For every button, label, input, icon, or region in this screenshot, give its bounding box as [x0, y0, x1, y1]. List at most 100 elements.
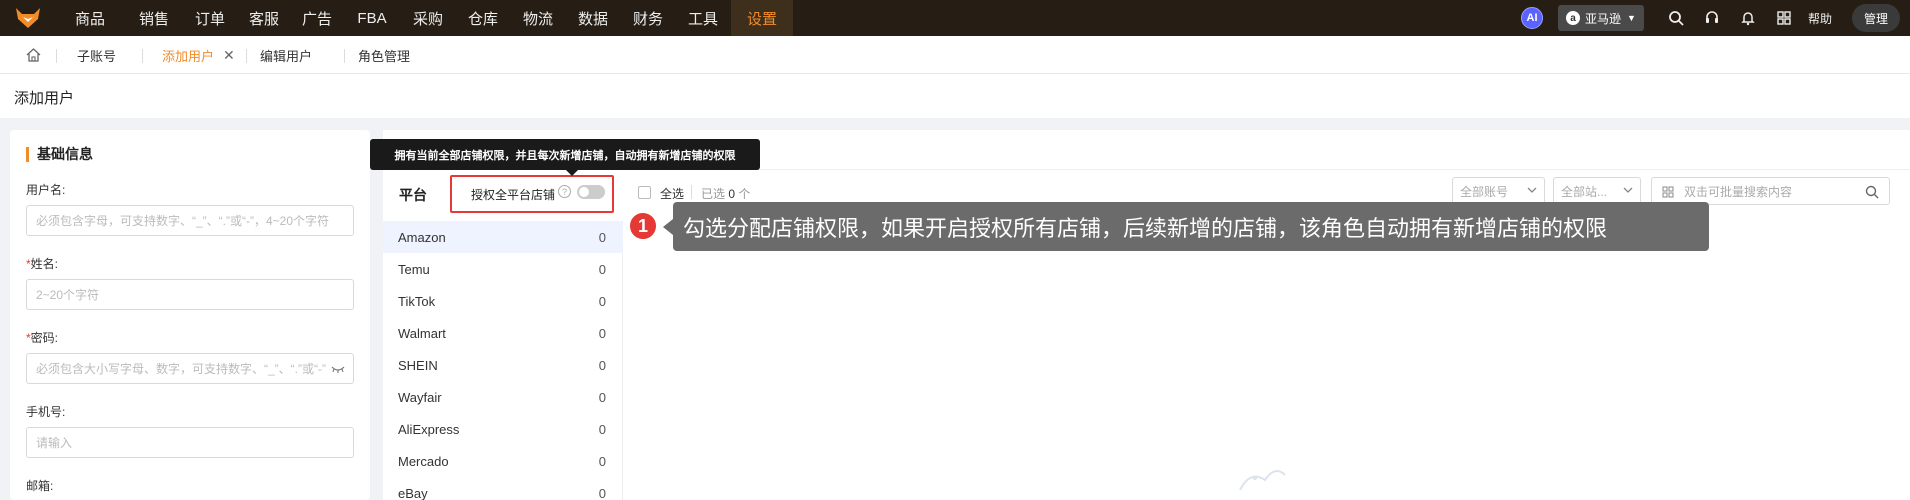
section-title: 基础信息: [26, 147, 93, 162]
question-icon[interactable]: ?: [558, 185, 571, 198]
search-icon[interactable]: [1865, 185, 1879, 202]
help-link[interactable]: 帮助: [1808, 10, 1832, 27]
platform-item-amazon[interactable]: Amazon 0: [383, 221, 623, 253]
page-tab-bar: 子账号 添加用户 ✕ 编辑用户 角色管理: [0, 36, 1910, 74]
batch-search-icon[interactable]: [1662, 186, 1674, 201]
nav-item-purchase[interactable]: 采购: [401, 0, 455, 36]
nav-item-tools[interactable]: 工具: [675, 0, 731, 36]
phone-input[interactable]: 请输入: [26, 427, 354, 458]
nav-item-fba[interactable]: FBA: [343, 0, 401, 36]
tab-divider: [344, 49, 345, 63]
platform-count: 0: [598, 453, 606, 469]
nav-item-warehouse[interactable]: 仓库: [455, 0, 511, 36]
select-all-checkbox[interactable]: [638, 186, 651, 199]
password-input[interactable]: 必须包含大小写字母、数字，可支持数字、“_”、“.”或“-”: [26, 353, 354, 384]
nav-item-products[interactable]: 商品: [55, 0, 125, 36]
account-filter-dropdown[interactable]: 全部账号: [1452, 177, 1545, 205]
chevron-down-icon: [1623, 187, 1633, 193]
fox-logo-icon[interactable]: [0, 0, 55, 36]
top-right-tools: AI a 亚马逊 ▼ 帮助 管理: [1521, 0, 1910, 36]
nav-item-sales[interactable]: 销售: [125, 0, 183, 36]
platform-count: 0: [598, 229, 606, 245]
platform-item-shein[interactable]: SHEIN 0: [383, 349, 623, 381]
main-nav: 商品 销售 订单 客服 广告 FBA 采购 仓库 物流 数据 财务 工具 设置: [55, 0, 793, 36]
platform-count: 0: [598, 357, 606, 373]
platform-item-wayfair[interactable]: Wayfair 0: [383, 381, 623, 413]
platform-list: Amazon 0 Temu 0 TikTok 0 Walmart 0 SHEIN 0 Wa…: [383, 221, 623, 500]
nav-item-data[interactable]: 数据: [565, 0, 621, 36]
page-header: 添加用户: [0, 74, 1910, 118]
name-input[interactable]: 2~20个字符: [26, 279, 354, 310]
platform-count: 0: [598, 293, 606, 309]
nav-item-orders[interactable]: 订单: [183, 0, 237, 36]
store-search-input[interactable]: 双击可批量搜索内容: [1651, 177, 1890, 205]
tab-role-management[interactable]: 角色管理: [358, 36, 410, 74]
site-filter-label: 全部站...: [1561, 184, 1608, 199]
search-icon[interactable]: [1664, 6, 1688, 30]
page-title: 添加用户: [14, 90, 75, 107]
platform-name: Wayfair: [398, 389, 442, 405]
platform-name: eBay: [398, 485, 428, 500]
auth-all-stores-toggle[interactable]: [577, 185, 605, 199]
auth-all-tooltip: 拥有当前全部店铺权限，并且每次新增店铺，自动拥有新增店铺的权限: [370, 139, 760, 176]
platform-item-aliexpress[interactable]: AliExpress 0: [383, 413, 623, 445]
home-icon[interactable]: [26, 48, 41, 67]
divider: [691, 185, 692, 199]
auth-all-stores-label: 授权全平台店铺: [471, 188, 556, 202]
platform-name: Amazon: [398, 229, 446, 245]
tab-divider: [56, 49, 57, 63]
tab-label: 添加用户: [162, 48, 215, 64]
nav-item-settings[interactable]: 设置: [731, 0, 793, 36]
platform-name: Walmart: [398, 325, 446, 341]
selected-number: 0: [728, 187, 736, 201]
username-label: 用户名:: [26, 181, 65, 198]
field-label: 密码:: [30, 331, 59, 345]
nav-item-logistics[interactable]: 物流: [511, 0, 565, 36]
apps-grid-icon[interactable]: [1772, 6, 1796, 30]
nav-item-customer-service[interactable]: 客服: [237, 0, 291, 36]
platform-item-temu[interactable]: Temu 0: [383, 253, 623, 285]
chevron-down-icon: [1527, 187, 1537, 193]
tab-add-user[interactable]: 添加用户 ✕: [162, 36, 235, 74]
platform-name: SHEIN: [398, 357, 438, 373]
platform-item-walmart[interactable]: Walmart 0: [383, 317, 623, 349]
selected-prefix: 已选: [701, 187, 726, 201]
tab-divider: [246, 49, 247, 63]
selected-count: 已选 0 个: [701, 185, 750, 202]
field-label: 姓名:: [30, 257, 59, 271]
platform-item-tiktok[interactable]: TikTok 0: [383, 285, 623, 317]
select-all-label[interactable]: 全选: [660, 185, 684, 202]
tab-edit-user[interactable]: 编辑用户: [260, 36, 312, 74]
platform-item-ebay[interactable]: eBay 0: [383, 477, 623, 500]
password-placeholder: 必须包含大小写字母、数字，可支持数字、“_”、“.”或“-”: [36, 362, 326, 376]
platform-name: TikTok: [398, 293, 436, 309]
platform-count: 0: [598, 325, 606, 341]
phone-label: 手机号:: [26, 405, 66, 419]
eye-hidden-icon[interactable]: [331, 363, 345, 377]
platform-count: 0: [598, 421, 606, 437]
empty-state-illustration: [1230, 460, 1290, 500]
marketplace-selector[interactable]: a 亚马逊 ▼: [1558, 5, 1644, 31]
platform-name: Mercado: [398, 453, 449, 469]
username-input[interactable]: 必须包含字母，可支持数字、“_”、“.”或“-”，4~20个字符: [26, 205, 354, 236]
guide-callout: 勾选分配店铺权限，如果开启授权所有店铺，后续新增的店铺，该角色自动拥有新增店铺的…: [663, 202, 1709, 251]
caret-down-icon: ▼: [1627, 13, 1636, 23]
platform-count: 0: [598, 485, 606, 500]
site-filter-dropdown[interactable]: 全部站...: [1553, 177, 1641, 205]
nav-item-ads[interactable]: 广告: [291, 0, 343, 36]
ai-assistant-icon[interactable]: AI: [1521, 7, 1544, 29]
platform-count: 0: [598, 261, 606, 277]
nav-item-finance[interactable]: 财务: [621, 0, 675, 36]
name-label: *姓名:: [26, 255, 58, 272]
user-avatar[interactable]: 管理: [1851, 4, 1900, 32]
platform-header: 平台: [399, 187, 427, 203]
account-filter-label: 全部账号: [1460, 184, 1509, 199]
headset-icon[interactable]: [1700, 6, 1724, 30]
bell-icon[interactable]: [1736, 6, 1760, 30]
marketplace-label: 亚马逊: [1585, 11, 1622, 26]
platform-item-mercado[interactable]: Mercado 0: [383, 445, 623, 477]
password-label: *密码:: [26, 329, 58, 346]
close-icon[interactable]: ✕: [223, 47, 235, 64]
amazon-icon: a: [1566, 11, 1581, 25]
tab-sub-accounts[interactable]: 子账号: [77, 36, 116, 74]
